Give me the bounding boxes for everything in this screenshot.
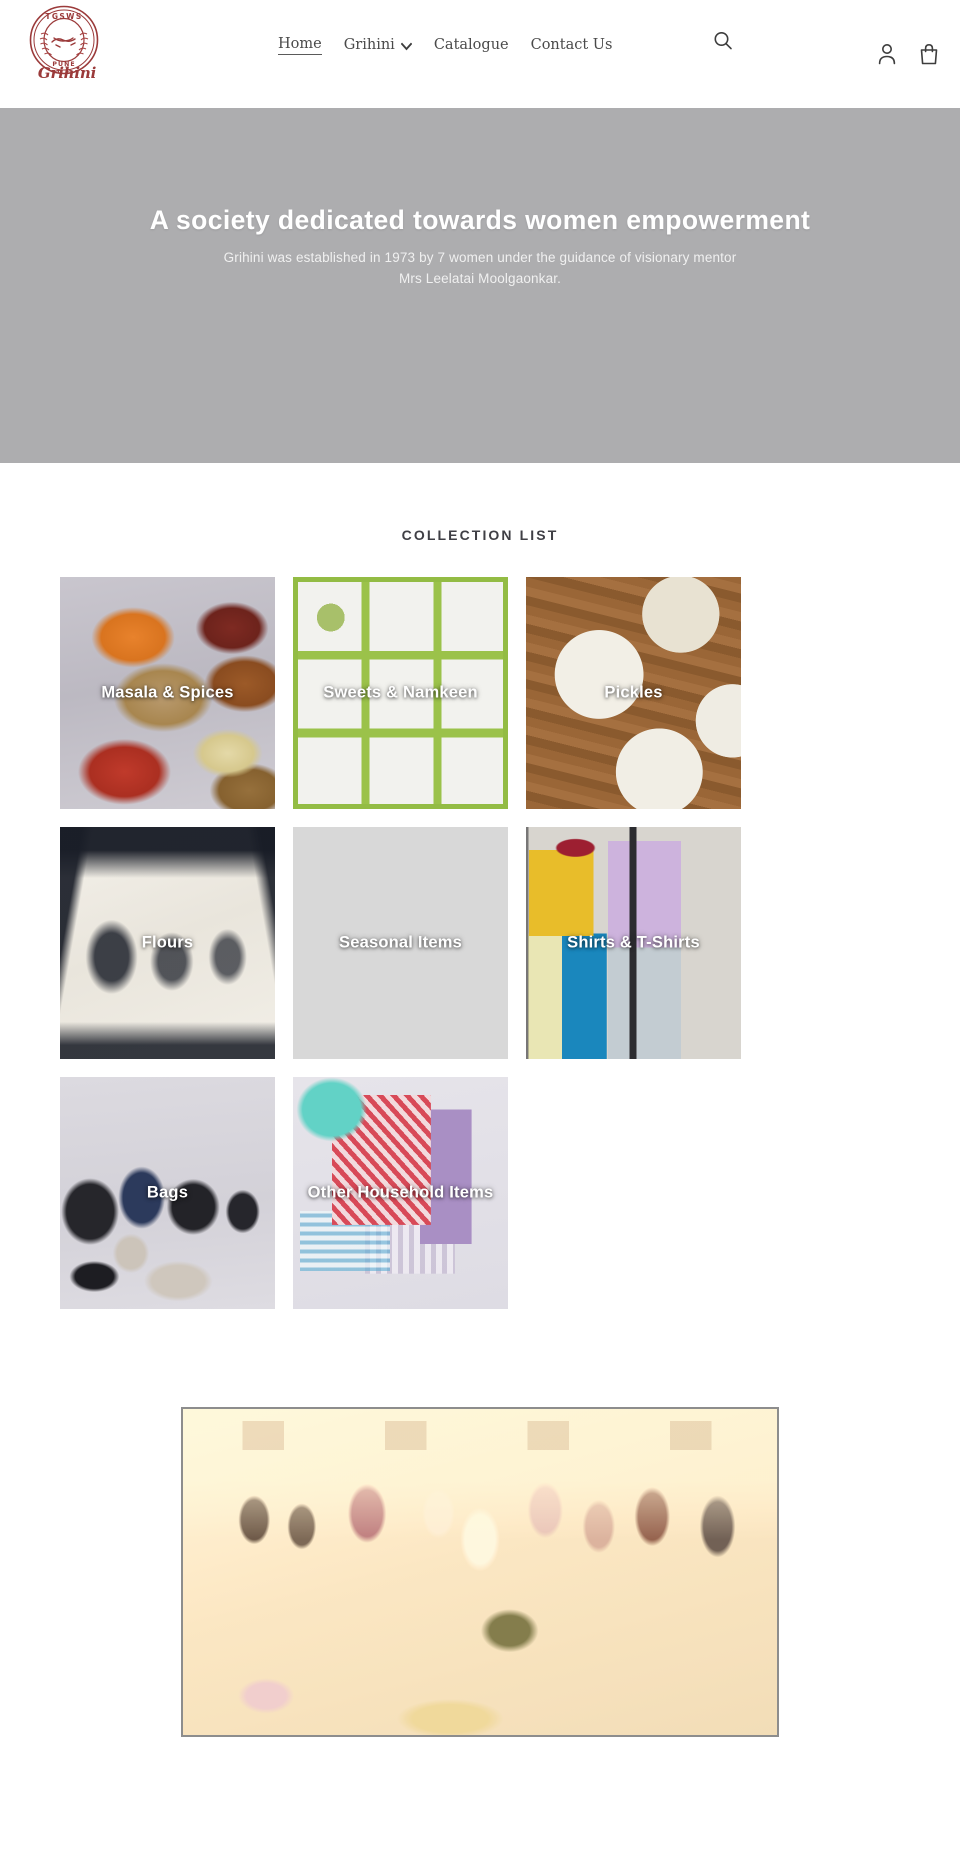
collection-card-label: Seasonal Items <box>339 933 462 952</box>
brand-script-text: Grihini <box>37 66 97 80</box>
collection-card-label: Masala & Spices <box>101 683 234 702</box>
account-person-icon[interactable] <box>876 42 898 66</box>
nav-item-home[interactable]: Home <box>278 36 322 55</box>
collection-card-label: Shirts & T-Shirts <box>567 933 700 952</box>
collection-grid: Masala & Spices Sweets & Namkeen Pickles… <box>60 577 900 1309</box>
nav-item-grihini[interactable]: Grihini <box>344 37 412 54</box>
nav-item-contact-us[interactable]: Contact Us <box>531 37 613 54</box>
legacy-photo-section <box>0 1369 960 1737</box>
nav-item-catalogue-label: Catalogue <box>433 37 509 53</box>
nav-item-grihini-label: Grihini <box>343 37 395 53</box>
nav-item-home-label: Home <box>278 36 322 52</box>
collection-card-label: Other Household Items <box>307 1183 494 1202</box>
collection-list-section: COLLECTION LIST Masala & Spices Sweets &… <box>0 463 960 1369</box>
founding-women-group-photo <box>183 1409 777 1735</box>
nav-item-contact-us-label: Contact Us <box>530 37 613 53</box>
search-icon[interactable] <box>710 28 736 54</box>
site-header: TGSWS PUNE Grihini Home Grihini Catalogu… <box>0 0 960 108</box>
chevron-down-icon <box>400 41 412 52</box>
collection-card-shirts-tshirts[interactable]: Shirts & T-Shirts <box>526 827 741 1059</box>
collection-card-pickles[interactable]: Pickles <box>526 577 741 809</box>
svg-text:TGSWS: TGSWS <box>45 12 82 21</box>
legacy-photo-frame <box>181 1407 779 1737</box>
collection-card-label: Bags <box>146 1183 189 1202</box>
collection-card-seasonal-items[interactable]: Seasonal Items <box>293 827 508 1059</box>
collection-list-heading: COLLECTION LIST <box>401 527 559 543</box>
shopping-bag-icon[interactable] <box>918 42 940 66</box>
collection-card-other-household-items[interactable]: Other Household Items <box>293 1077 508 1309</box>
collection-card-label: Sweets & Namkeen <box>323 683 478 702</box>
hero-subtitle: Grihini was established in 1973 by 7 wom… <box>223 250 737 287</box>
collection-card-flours[interactable]: Flours <box>60 827 275 1059</box>
collection-card-bags[interactable]: Bags <box>60 1077 275 1309</box>
main-navigation: Home Grihini Catalogue Contact Us <box>278 36 634 55</box>
collection-card-sweets-namkeen[interactable]: Sweets & Namkeen <box>293 577 508 809</box>
collection-card-label: Pickles <box>604 683 663 702</box>
hero-banner: A society dedicated towards women empowe… <box>0 108 960 463</box>
site-logo-link[interactable]: TGSWS PUNE Grihini <box>28 4 106 92</box>
hero-title: A society dedicated towards women empowe… <box>149 205 811 235</box>
nav-item-catalogue[interactable]: Catalogue <box>434 37 509 54</box>
collection-card-masala-spices[interactable]: Masala & Spices <box>60 577 275 809</box>
hero-content: A society dedicated towards women empowe… <box>0 204 960 289</box>
collection-card-label: Flours <box>141 933 194 952</box>
